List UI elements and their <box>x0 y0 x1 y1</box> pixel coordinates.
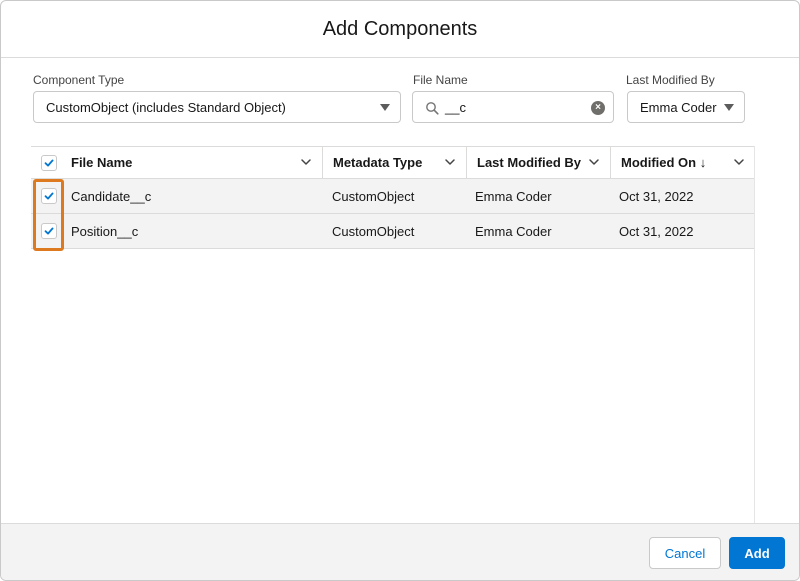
clear-icon[interactable]: × <box>591 101 605 115</box>
table-scrollbar-track[interactable] <box>754 146 769 526</box>
file-name-search-value: __c <box>445 99 466 115</box>
chevron-down-icon[interactable] <box>733 156 745 168</box>
table-row[interactable]: Candidate__c CustomObject Emma Coder Oct… <box>31 179 755 214</box>
select-all-cell <box>31 147 61 178</box>
column-label: Modified On ↓ <box>621 155 707 170</box>
component-type-select[interactable]: CustomObject (includes Standard Object) <box>33 91 401 123</box>
filter-bar: Component Type CustomObject (includes St… <box>33 73 767 125</box>
column-header-modified-on[interactable]: Modified On ↓ <box>611 147 755 178</box>
file-name-search-input[interactable]: __c × <box>412 91 614 123</box>
component-type-value: CustomObject (includes Standard Object) <box>46 99 286 115</box>
cancel-button[interactable]: Cancel <box>649 537 721 569</box>
modified-on-cell: Oct 31, 2022 <box>619 188 694 204</box>
search-icon <box>426 102 439 115</box>
last-modified-by-cell: Emma Coder <box>475 223 552 239</box>
chevron-down-icon[interactable] <box>300 156 312 168</box>
modal-header: Add Components <box>1 1 799 58</box>
table-header: File Name Metadata Type Last Modified By… <box>31 146 755 179</box>
column-header-metadata-type[interactable]: Metadata Type <box>323 147 467 178</box>
select-all-checkbox[interactable] <box>41 155 57 171</box>
last-modified-by-select[interactable]: Emma Coder <box>627 91 745 123</box>
add-button[interactable]: Add <box>729 537 785 569</box>
caret-down-icon <box>724 104 734 111</box>
component-type-label: Component Type <box>33 73 125 87</box>
chevron-down-icon[interactable] <box>444 156 456 168</box>
column-label: Last Modified By <box>477 155 582 170</box>
file-name-label: File Name <box>413 73 468 87</box>
metadata-type-cell: CustomObject <box>332 188 415 204</box>
checkbox-highlight-box <box>33 179 64 251</box>
table-row[interactable]: Position__c CustomObject Emma Coder Oct … <box>31 214 755 249</box>
add-components-modal: Add Components Component Type CustomObje… <box>0 0 800 581</box>
last-modified-by-cell: Emma Coder <box>475 188 552 204</box>
check-icon <box>44 159 54 167</box>
components-table: File Name Metadata Type Last Modified By… <box>31 146 769 526</box>
column-label: Metadata Type <box>333 155 423 170</box>
modal-title: Add Components <box>322 17 478 40</box>
column-label: File Name <box>71 155 133 170</box>
last-modified-by-label: Last Modified By <box>626 73 715 87</box>
file-name-cell: Candidate__c <box>71 188 152 204</box>
metadata-type-cell: CustomObject <box>332 223 415 239</box>
column-header-file-name[interactable]: File Name <box>61 147 323 178</box>
chevron-down-icon[interactable] <box>588 156 600 168</box>
column-header-last-modified-by[interactable]: Last Modified By <box>467 147 611 178</box>
last-modified-by-value: Emma Coder <box>640 99 717 115</box>
file-name-cell: Position__c <box>71 223 139 239</box>
caret-down-icon <box>380 104 390 111</box>
modal-footer: Cancel Add <box>1 523 799 580</box>
modified-on-cell: Oct 31, 2022 <box>619 223 694 239</box>
